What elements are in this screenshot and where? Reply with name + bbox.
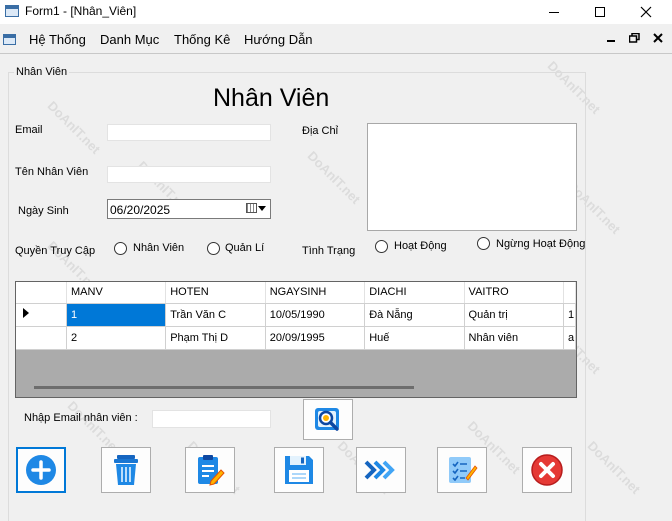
table-cell[interactable]: 2 [66, 326, 167, 350]
app-icon [5, 5, 19, 17]
chevron-down-icon [258, 205, 266, 211]
search-email-field[interactable] [152, 410, 271, 428]
plus-icon [26, 455, 56, 485]
menu-thong-ke[interactable]: Thống Kê [174, 32, 230, 47]
floppy-disk-icon [285, 456, 313, 484]
close-icon [640, 6, 652, 18]
table-cell[interactable]: 20/09/1995 [265, 326, 366, 350]
save-button[interactable] [274, 447, 324, 493]
status-option-label: Hoạt Động [394, 240, 447, 252]
menu-bar: Hệ Thống Danh Mục Thống Kê Hướng Dẫn [0, 26, 672, 54]
menu-danh-muc[interactable]: Danh Mục [100, 32, 159, 47]
column-header[interactable]: MANV [66, 282, 167, 304]
window-title: Form1 - [Nhân_Viên] [25, 4, 137, 18]
column-header[interactable]: HOTEN [165, 282, 266, 304]
mdi-minimize-button[interactable] [602, 32, 620, 46]
arrows-right-icon [364, 460, 395, 480]
column-header[interactable]: NGAYSINH [265, 282, 366, 304]
column-header[interactable] [563, 282, 576, 304]
horizontal-scrollbar[interactable] [34, 386, 414, 389]
report-button[interactable] [437, 447, 487, 493]
trash-icon [114, 455, 138, 485]
close-window-button[interactable] [623, 0, 669, 24]
current-row-icon [23, 308, 29, 318]
table-cell[interactable]: Huế [364, 326, 465, 350]
employee-name-field[interactable] [107, 166, 271, 183]
dob-datepicker[interactable]: 06/20/2025 [107, 199, 271, 219]
role-option-label: Nhân Viên [133, 242, 185, 254]
table-row[interactable]: 2 Phạm Thị D 20/09/1995 Huế Nhân viên a [16, 326, 576, 350]
row-header[interactable] [16, 303, 68, 327]
calendar-icon [246, 203, 257, 214]
minimize-icon [549, 11, 559, 13]
minimize-button[interactable] [531, 0, 577, 24]
column-header[interactable]: DIACHI [364, 282, 465, 304]
mdi-close-button[interactable] [649, 32, 667, 46]
table-cell[interactable]: a [563, 326, 576, 350]
clipboard-edit-icon [198, 455, 225, 486]
status-option-label: Ngừng Hoạt Động [496, 238, 586, 250]
address-label: Địa Chỉ [302, 125, 339, 137]
maximize-button[interactable] [577, 0, 623, 24]
column-header[interactable]: VAITRO [464, 282, 564, 304]
groupbox-legend: Nhân Viên [14, 66, 70, 78]
delete-button[interactable] [101, 447, 151, 493]
watermark: DoAnIT.net [584, 438, 644, 497]
table-cell[interactable]: Phạm Thị D [165, 326, 266, 350]
exit-button[interactable] [522, 447, 572, 493]
status-label: Tình Trạng [302, 245, 356, 257]
maximize-icon [595, 7, 605, 18]
menu-huong-dan[interactable]: Hướng Dẫn [244, 32, 313, 47]
dob-label: Ngày Sinh [18, 205, 69, 217]
grid-header-row: MANV HOTEN NGAYSINH DIACHI VAITRO [16, 282, 576, 304]
access-role-label: Quyền Truy Cập [15, 245, 96, 257]
table-cell[interactable]: 10/05/1990 [265, 303, 366, 327]
status-radio-inactive[interactable] [477, 237, 490, 250]
table-cell[interactable]: 1 [563, 303, 576, 327]
role-option-label: Quản Lí [225, 242, 265, 254]
close-icon [531, 454, 563, 486]
mdi-restore-button[interactable] [625, 32, 643, 46]
mdi-child-icon [3, 34, 16, 45]
edit-button[interactable] [185, 447, 235, 493]
grid-table: MANV HOTEN NGAYSINH DIACHI VAITRO 1 Trần… [16, 282, 576, 350]
checklist-icon [449, 457, 478, 483]
close-icon [653, 33, 663, 43]
address-field[interactable] [367, 123, 577, 231]
row-header-corner [16, 282, 68, 304]
table-cell[interactable]: Nhân viên [464, 326, 564, 350]
restore-icon [628, 32, 640, 43]
dob-value: 06/20/2025 [110, 203, 171, 217]
add-button[interactable] [16, 447, 66, 493]
menu-he-thong[interactable]: Hệ Thống [29, 32, 86, 47]
table-row[interactable]: 1 Trần Văn C 10/05/1990 Đà Nẵng Quản trị… [16, 303, 576, 327]
next-button[interactable] [356, 447, 406, 493]
table-cell[interactable]: Đà Nẵng [364, 303, 465, 327]
status-radio-active[interactable] [375, 240, 388, 253]
email-field[interactable] [107, 124, 271, 141]
title-bar: Form1 - [Nhân_Viên] [0, 0, 672, 24]
page-title: Nhân Viên [213, 84, 330, 112]
minimize-icon [607, 40, 615, 42]
row-header[interactable] [16, 326, 68, 350]
search-email-label: Nhập Email nhân viên : [24, 412, 138, 424]
table-cell[interactable]: 1 [66, 303, 167, 327]
role-radio-nhan-vien[interactable] [114, 242, 127, 255]
email-label: Email [15, 124, 43, 136]
search-button[interactable] [303, 399, 353, 440]
employee-data-grid[interactable]: MANV HOTEN NGAYSINH DIACHI VAITRO 1 Trần… [15, 281, 577, 398]
table-cell[interactable]: Quản trị [464, 303, 564, 327]
role-radio-quan-li[interactable] [207, 242, 220, 255]
table-cell[interactable]: Trần Văn C [165, 303, 266, 327]
calendar-dropdown-button[interactable] [246, 203, 266, 216]
search-icon [315, 407, 339, 431]
employee-name-label: Tên Nhân Viên [15, 166, 89, 178]
